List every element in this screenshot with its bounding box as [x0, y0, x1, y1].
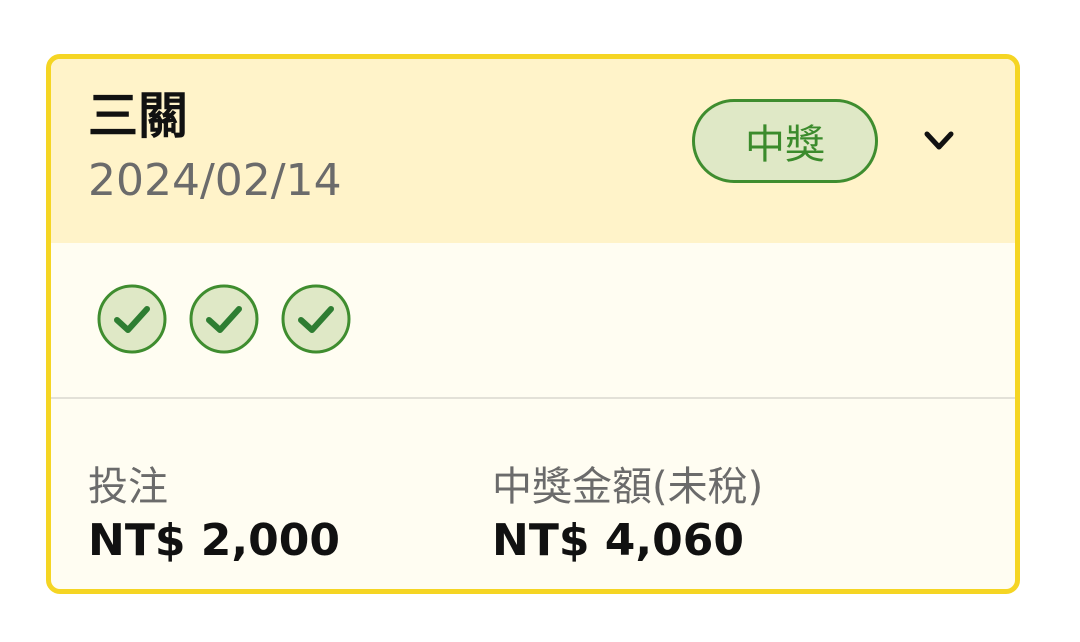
bet-amount-label: 投注 — [88, 464, 168, 510]
bet-card[interactable]: 三關 2024/02/14 中獎 投注 NT$ 2,000 中獎金額(未稅) N… — [46, 54, 1020, 594]
check-circle-icon — [97, 284, 167, 354]
prize-amount-value: NT$ 4,060 — [492, 515, 744, 566]
chevron-down-icon[interactable] — [919, 121, 959, 161]
bet-type-title: 三關 — [88, 87, 188, 145]
prize-amount-label: 中獎金額(未稅) — [492, 464, 764, 510]
bet-amount-value: NT$ 2,000 — [88, 515, 340, 566]
check-circle-icon — [281, 284, 351, 354]
bet-card-header[interactable]: 三關 2024/02/14 中獎 — [51, 59, 1015, 243]
bet-date: 2024/02/14 — [88, 155, 342, 206]
leg-results — [97, 284, 351, 354]
check-circle-icon — [189, 284, 259, 354]
divider — [51, 397, 1015, 399]
status-badge: 中獎 — [692, 99, 878, 183]
